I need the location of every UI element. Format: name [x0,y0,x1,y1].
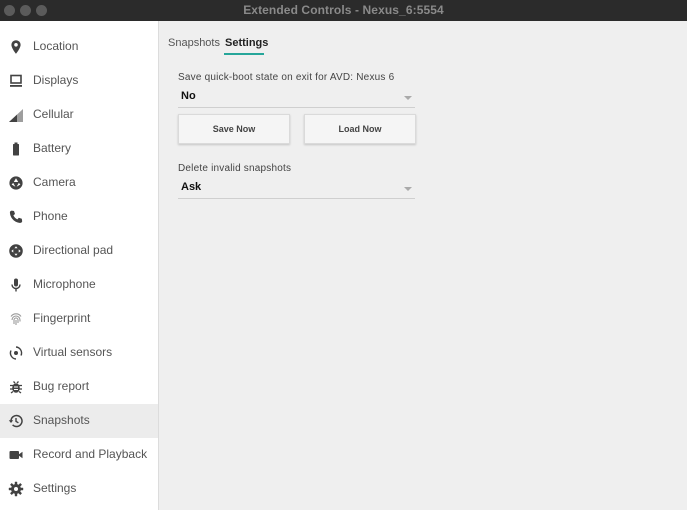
sidebar-item-label: Cellular [33,107,74,121]
sidebar-item-label: Location [33,39,79,53]
sidebar-item-displays[interactable]: Displays [0,64,158,98]
active-tab-indicator [224,53,264,55]
save-now-button[interactable]: Save Now [178,114,290,144]
sidebar-item-cellular[interactable]: Cellular [0,98,158,132]
sidebar-item-label: Fingerprint [33,311,91,325]
sidebar-item-label: Battery [33,141,72,155]
sidebar-item-snapshots[interactable]: Snapshots [0,404,158,438]
sidebar-item-settings[interactable]: Settings [0,472,158,506]
sidebar-item-label: Microphone [33,277,96,291]
sidebar-item-directional-pad[interactable]: Directional pad [0,234,158,268]
battery-icon [8,141,24,157]
sidebar-item-bug-report[interactable]: Bug report [0,370,158,404]
delete-invalid-value: Ask [181,181,202,193]
sidebar-item-label: Settings [33,481,77,495]
sidebar-item-virtual-sensors[interactable]: Virtual sensors [0,336,158,370]
dpad-icon [8,243,24,259]
sidebar-item-location[interactable]: Location [0,30,158,64]
location-pin-icon [8,39,24,55]
tab-settings[interactable]: Settings [225,37,268,49]
sidebar: Location Displays Cellular Battery Camer… [0,21,159,510]
sidebar-item-label: Record and Playback [33,447,148,461]
phone-icon [8,209,24,225]
fingerprint-icon [8,311,24,327]
display-icon [8,73,24,89]
sidebar-item-microphone[interactable]: Microphone [0,268,158,302]
rotate-sensor-icon [8,345,24,361]
sidebar-item-phone[interactable]: Phone [0,200,158,234]
sidebar-item-label: Camera [33,175,76,189]
delete-invalid-select[interactable]: Ask [178,179,415,199]
caret-down-icon [404,187,412,191]
caret-down-icon [404,96,412,100]
sidebar-item-label: Directional pad [33,243,114,257]
load-now-button[interactable]: Load Now [304,114,416,144]
sidebar-item-label: Phone [33,209,68,223]
bug-icon [8,379,24,395]
sidebar-item-label: Virtual sensors [33,345,113,359]
sidebar-item-label: Snapshots [33,413,90,427]
window-titlebar: Extended Controls - Nexus_6:5554 [0,0,687,21]
delete-invalid-label: Delete invalid snapshots [178,163,292,174]
sidebar-item-label: Displays [33,73,79,87]
video-camera-icon [8,447,24,463]
cellular-signal-icon [8,107,24,123]
tab-snapshots[interactable]: Snapshots [168,37,220,49]
sidebar-item-battery[interactable]: Battery [0,132,158,166]
gear-icon [8,481,24,497]
microphone-icon [8,277,24,293]
quickboot-select[interactable]: No [178,88,415,108]
quickboot-value: No [181,90,196,102]
sidebar-item-fingerprint[interactable]: Fingerprint [0,302,158,336]
camera-aperture-icon [8,175,24,191]
window-title: Extended Controls - Nexus_6:5554 [243,3,444,17]
sidebar-item-camera[interactable]: Camera [0,166,158,200]
sidebar-item-record-and-playback[interactable]: Record and Playback [0,438,158,472]
history-clock-icon [8,413,24,429]
sidebar-item-label: Bug report [33,379,90,393]
quickboot-label: Save quick-boot state on exit for AVD: N… [178,72,395,83]
